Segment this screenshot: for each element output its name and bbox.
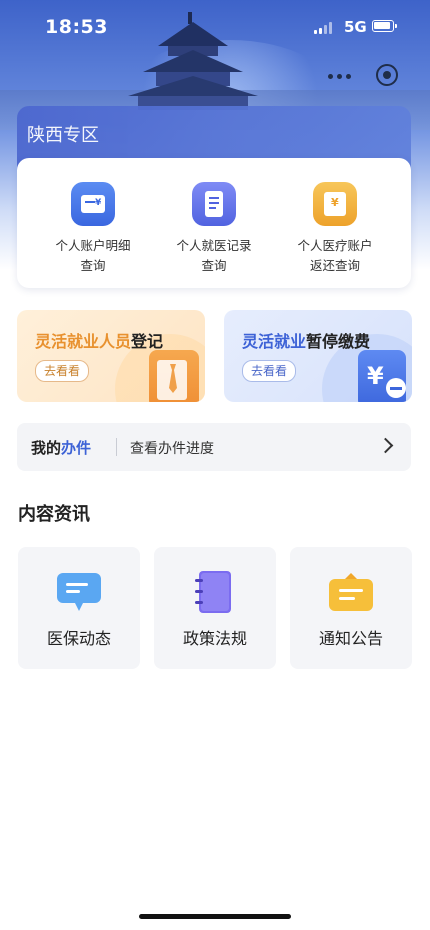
service-label-line2: 查询 — [80, 258, 106, 273]
divider — [116, 438, 117, 456]
news-item-policies[interactable]: 政策法规 — [154, 547, 276, 669]
promo-title: 灵活就业暂停缴费 — [242, 328, 370, 352]
news-item-label: 政策法规 — [182, 629, 247, 648]
service-label: 个人医疗账户 返还查询 — [275, 236, 395, 276]
zone-title: 陕西专区 — [27, 125, 99, 146]
promo-go-button[interactable]: 去看看 — [35, 360, 90, 382]
promo-title-rest: 登记 — [131, 332, 164, 351]
my-cases-progress-row[interactable]: 我的办件 查看办件进度 — [17, 423, 411, 471]
service-label-line1: 个人就医记录 — [176, 238, 252, 253]
battery-icon — [372, 20, 397, 32]
document-icon — [192, 182, 236, 226]
tie-icon — [149, 350, 199, 402]
my-cases-label-a: 我的 — [31, 439, 62, 457]
close-target-icon[interactable] — [376, 64, 398, 86]
svg-text:¥: ¥ — [367, 362, 384, 390]
network-label: 5G — [344, 18, 367, 36]
message-icon — [57, 573, 101, 611]
signal-icon — [314, 22, 336, 34]
zone-services-card: ¥ 个人账户明细 查询 个人就医记录 查询 ¥ 个人医疗账户 返还查询 — [17, 158, 411, 288]
promo-go-button[interactable]: 去看看 — [242, 360, 297, 382]
promo-title-highlight: 灵活就业 — [242, 332, 307, 351]
my-cases-label-b: 办件 — [61, 439, 92, 457]
promo-flexible-suspend[interactable]: ¥ 灵活就业暂停缴费 去看看 — [224, 310, 412, 402]
shaanxi-zone: 陕西专区 ¥ 个人账户明细 查询 个人就医记录 查询 ¥ 个人医疗账户 返还查询 — [17, 106, 411, 288]
notebook-icon — [195, 571, 231, 613]
home-indicator[interactable] — [139, 914, 291, 919]
promo-title: 灵活就业人员登记 — [35, 328, 163, 352]
status-time: 18:53 — [45, 16, 108, 38]
yen-minus-icon: ¥ — [358, 350, 406, 402]
status-bar: 18:53 5G — [0, 0, 430, 56]
promo-title-highlight: 灵活就业人员 — [35, 332, 132, 351]
service-account-refund[interactable]: ¥ 个人医疗账户 返还查询 — [275, 182, 395, 276]
service-label: 个人就医记录 查询 — [154, 236, 274, 276]
service-label: 个人账户明细 查询 — [33, 236, 153, 276]
service-label-line1: 个人医疗账户 — [297, 238, 373, 253]
service-label-line2: 查询 — [201, 258, 227, 273]
news-item-notices[interactable]: 通知公告 — [290, 547, 412, 669]
more-options-icon[interactable] — [328, 66, 352, 86]
service-medical-record[interactable]: 个人就医记录 查询 — [154, 182, 274, 276]
promo-title-rest: 暂停缴费 — [306, 332, 371, 351]
promo-flexible-registration[interactable]: 灵活就业人员登记 去看看 — [17, 310, 205, 402]
card-yen-icon: ¥ — [71, 182, 115, 226]
notice-icon — [329, 573, 373, 611]
service-label-line2: 返还查询 — [309, 258, 360, 273]
news-item-label: 医保动态 — [46, 629, 111, 648]
chevron-right-icon — [377, 437, 394, 454]
view-progress-text: 查看办件进度 — [130, 441, 214, 457]
service-account-detail[interactable]: ¥ 个人账户明细 查询 — [33, 182, 153, 276]
yen-receipt-icon: ¥ — [313, 182, 357, 226]
news-item-label: 通知公告 — [318, 629, 383, 648]
my-cases-label: 我的办件 — [31, 437, 91, 458]
service-label-line1: 个人账户明细 — [55, 238, 131, 253]
news-item-insurance-updates[interactable]: 医保动态 — [18, 547, 140, 669]
content-section-title: 内容资讯 — [18, 504, 90, 525]
